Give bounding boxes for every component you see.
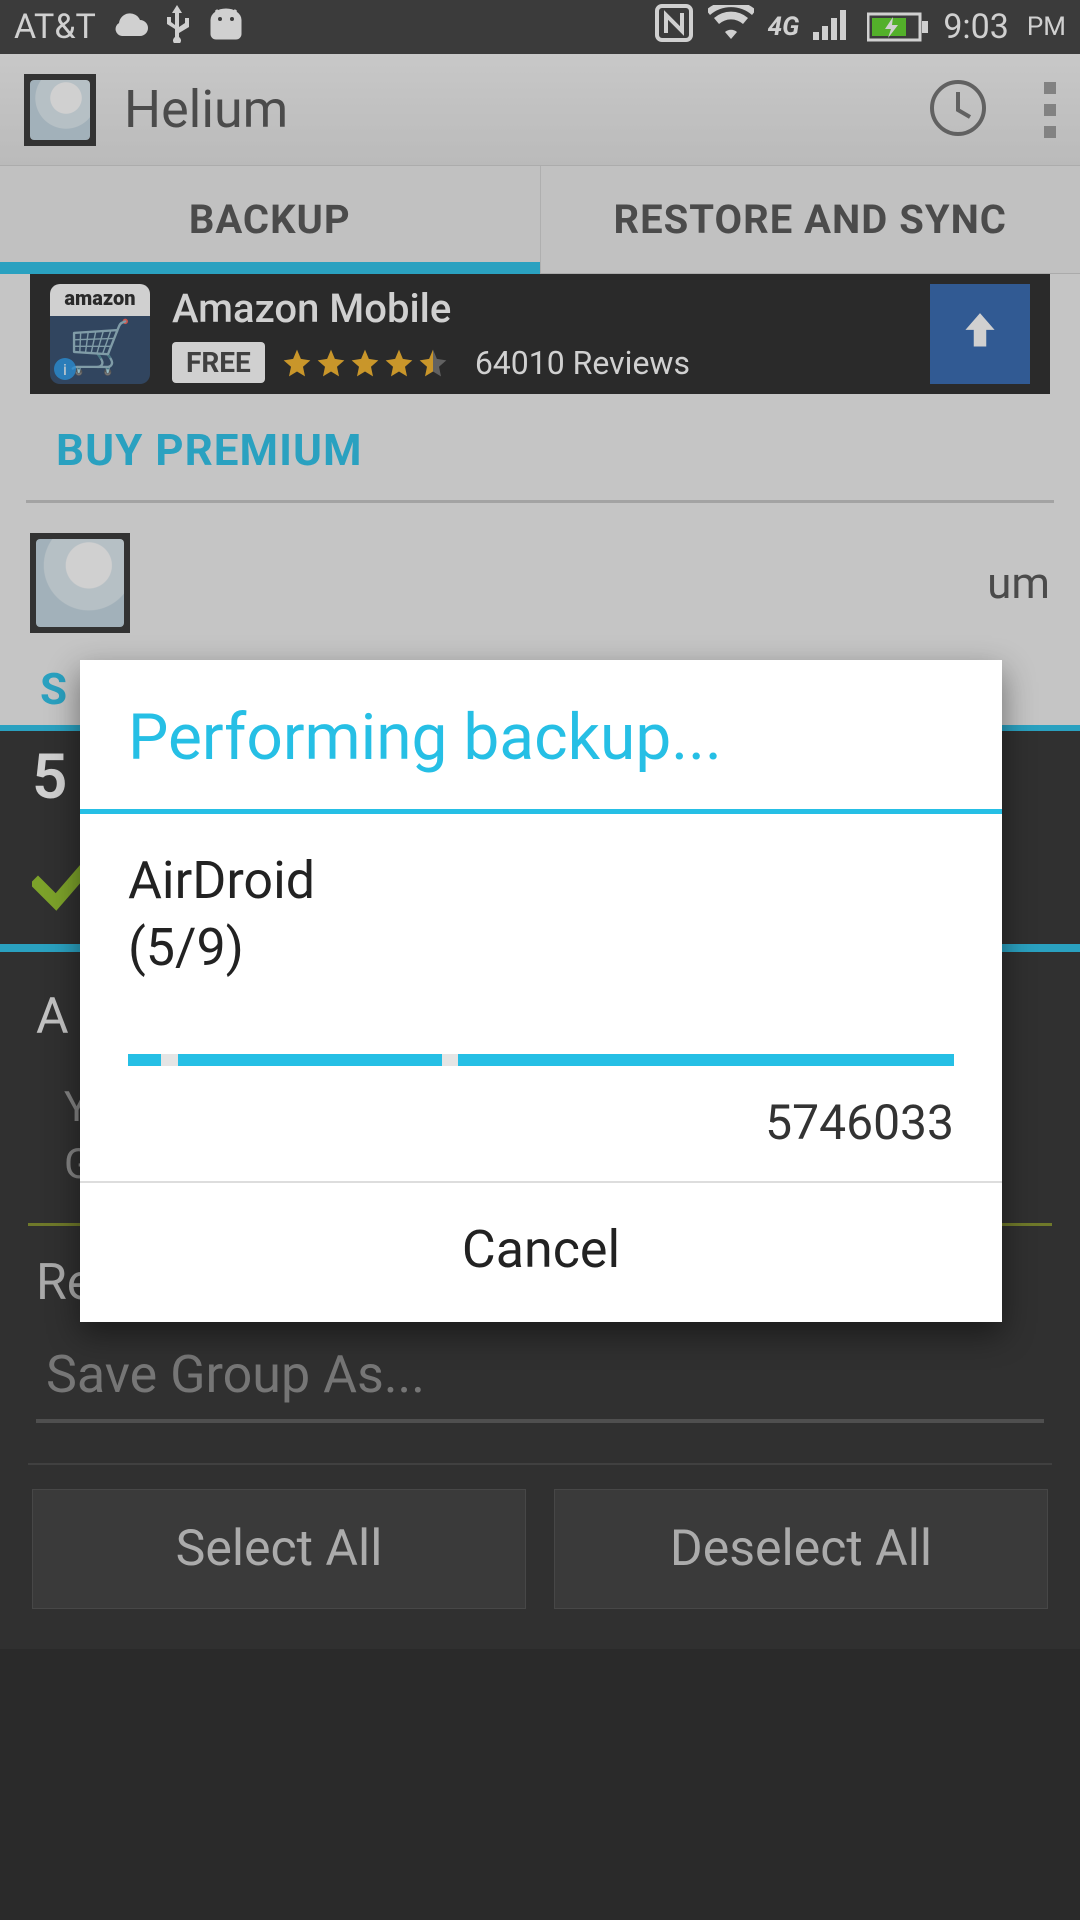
battery-charging-icon (867, 11, 929, 43)
tab-backup-label: BACKUP (189, 196, 351, 243)
ad-reviews: 64010 Reviews (475, 344, 690, 382)
ad-app-icon: amazon 🛒 i (50, 284, 150, 384)
tab-restore-label: RESTORE AND SYNC (614, 196, 1007, 243)
select-all-label: Select All (176, 1520, 383, 1578)
ad-rating-stars (281, 347, 449, 379)
dialog-cancel-label: Cancel (462, 1219, 620, 1280)
clock-time: 9:03 (943, 7, 1009, 47)
screen: AT&T 4G 9:03 (0, 0, 1080, 1920)
app-title: Helium (124, 79, 900, 140)
device-icon (30, 533, 130, 633)
dialog-bytes: 5746033 (80, 1076, 1002, 1181)
backup-pane: amazon 🛒 i Amazon Mobile FREE 64010 Revi… (0, 274, 1080, 725)
ad-brand-word: amazon (64, 286, 135, 310)
dialog-progress-count: (5/9) (128, 917, 954, 978)
nfc-icon (654, 3, 694, 52)
backup-progress-dialog: Performing backup... AirDroid (5/9) 5746… (80, 660, 1002, 1322)
divider (28, 1463, 1052, 1465)
select-all-button[interactable]: Select All (32, 1489, 526, 1609)
clock-ampm: PM (1027, 12, 1066, 42)
ad-banner[interactable]: amazon 🛒 i Amazon Mobile FREE 64010 Revi… (30, 274, 1050, 394)
tab-backup[interactable]: BACKUP (0, 166, 541, 273)
device-text-fragment: um (987, 557, 1050, 609)
overflow-menu-icon[interactable] (1044, 82, 1056, 138)
app-logo-icon (24, 74, 96, 146)
deselect-all-label: Deselect All (670, 1520, 932, 1578)
ad-download-button[interactable] (930, 284, 1030, 384)
history-icon[interactable] (928, 78, 988, 142)
signal-icon (813, 6, 853, 49)
ad-price-badge: FREE (172, 342, 265, 383)
cloud-icon (110, 7, 150, 47)
progress-bar (128, 1054, 954, 1066)
tab-restore[interactable]: RESTORE AND SYNC (541, 166, 1080, 273)
app-header: Helium (0, 54, 1080, 166)
status-bar: AT&T 4G 9:03 (0, 0, 1080, 54)
dialog-title: Performing backup... (80, 660, 1002, 814)
download-arrow-icon (955, 309, 1005, 359)
tab-bar: BACKUP RESTORE AND SYNC (0, 166, 1080, 274)
4g-icon: 4G (768, 12, 800, 42)
device-row[interactable]: um (0, 503, 1080, 663)
ad-title: Amazon Mobile (172, 285, 908, 332)
buy-premium-label: BUY PREMIUM (56, 424, 362, 476)
dialog-cancel-button[interactable]: Cancel (80, 1183, 1002, 1322)
wifi-icon (708, 5, 754, 50)
cart-icon: 🛒 (68, 317, 133, 378)
save-group-input[interactable] (36, 1336, 1044, 1423)
usb-icon (164, 3, 190, 52)
deselect-all-button[interactable]: Deselect All (554, 1489, 1048, 1609)
buy-premium-link[interactable]: BUY PREMIUM (26, 394, 1054, 503)
carrier-label: AT&T (14, 7, 96, 47)
android-debug-icon (204, 6, 248, 49)
dialog-current-app: AirDroid (128, 850, 954, 911)
info-icon: i (54, 358, 76, 380)
